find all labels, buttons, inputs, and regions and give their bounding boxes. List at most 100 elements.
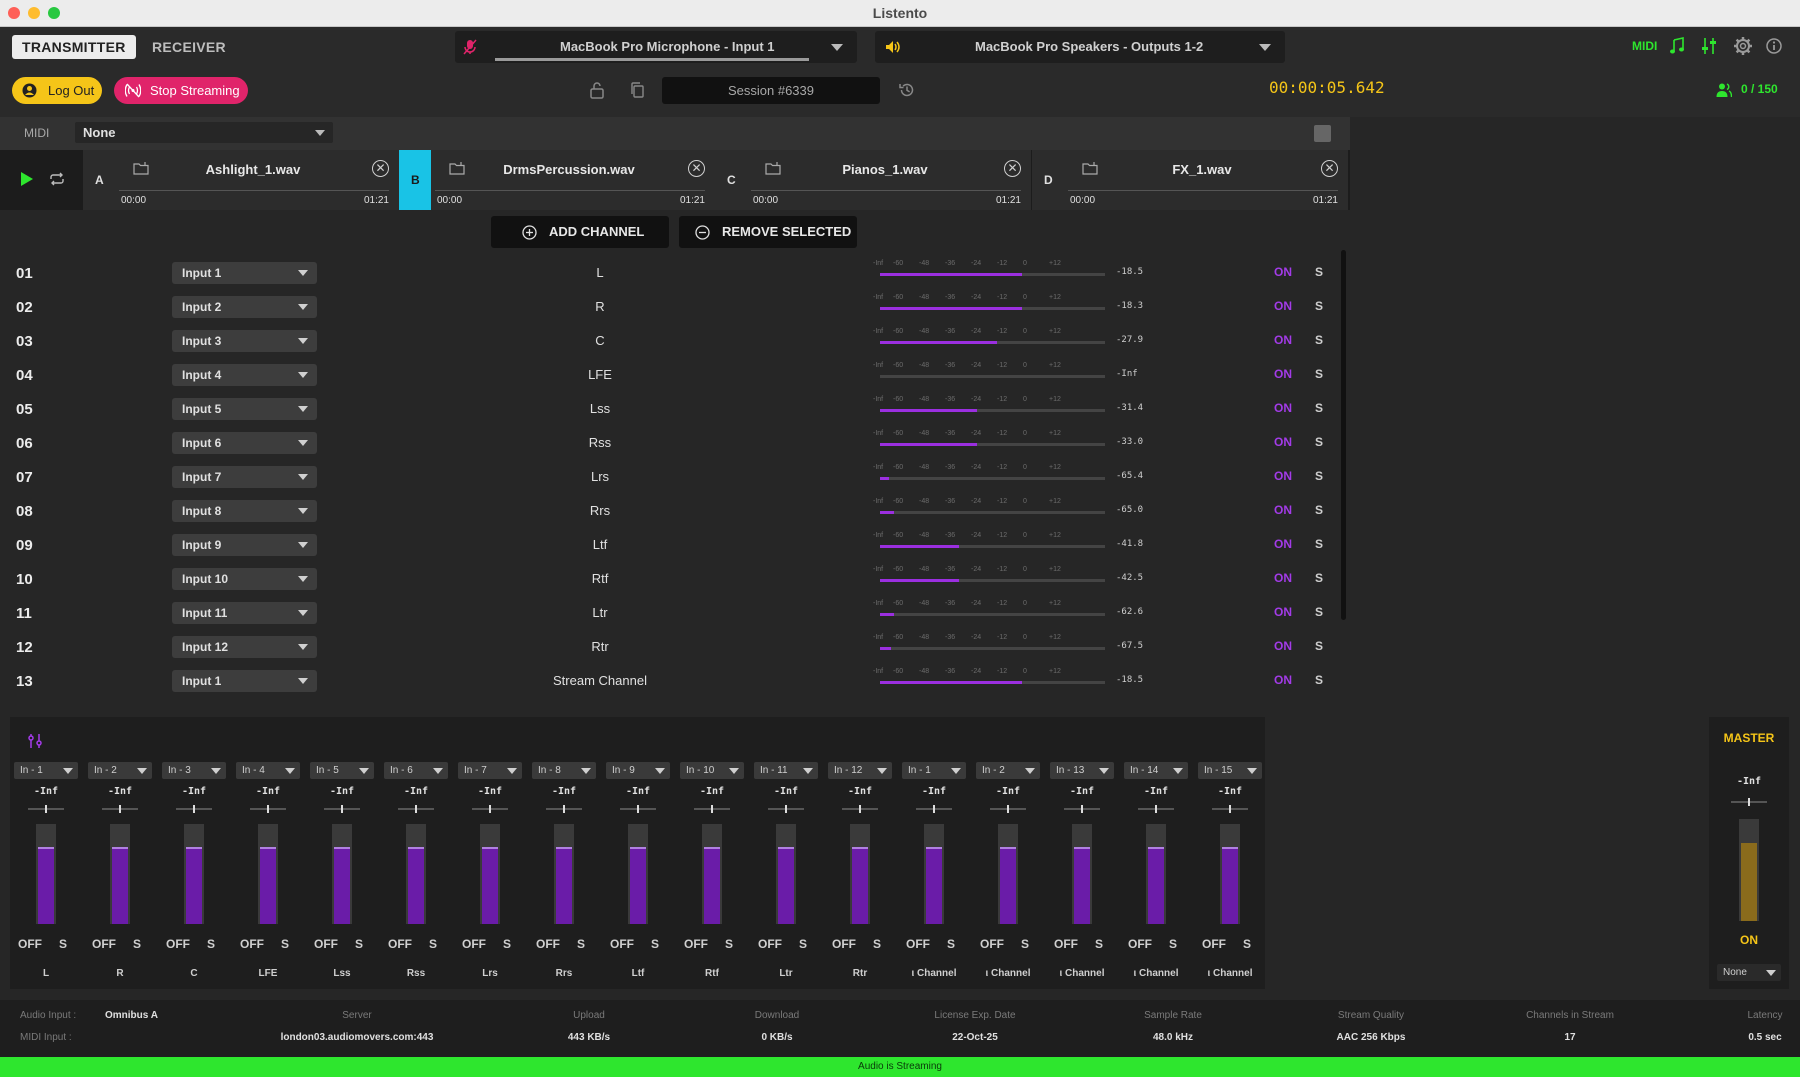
channel-on-toggle[interactable]: ON [1274,639,1292,653]
strip-solo-button[interactable]: S [651,937,659,951]
channel-solo-button[interactable]: S [1315,265,1323,279]
strip-fader-handle[interactable] [852,847,868,849]
midi-toggle[interactable]: MIDI [1632,39,1657,53]
strip-pan-knob[interactable] [45,805,47,813]
slot-letter-tab[interactable]: B [399,150,431,210]
slot-progress-bar[interactable] [119,190,389,191]
strip-input-select[interactable]: In - 4 [236,762,300,779]
channel-name[interactable]: R [500,299,700,314]
channel-name[interactable]: Ltr [500,605,700,620]
strip-solo-button[interactable]: S [725,937,733,951]
strip-pan[interactable] [250,805,286,813]
strip-pan[interactable] [1064,805,1100,813]
strip-fader-handle[interactable] [1074,847,1090,849]
close-icon[interactable]: ✕ [1321,160,1338,177]
strip-input-select[interactable]: In - 2 [88,762,152,779]
master-output-select[interactable]: None [1717,964,1781,981]
strip-pan-knob[interactable] [1229,805,1231,813]
strip-off-toggle[interactable]: OFF [314,937,338,951]
strip-pan[interactable] [768,805,804,813]
channel-name[interactable]: Rss [500,435,700,450]
channel-row[interactable]: 11 Input 11 Ltr -Inf -60 -48 -36 -24 -12 0 +12 -62.… [0,596,1340,630]
strip-pan-knob[interactable] [933,805,935,813]
midi-stop-button[interactable] [1314,125,1331,142]
player-slot[interactable]: D FX_1.wav 00:00 01:21 ✕ [1032,150,1348,210]
strip-fader[interactable] [184,824,204,924]
channel-on-toggle[interactable]: ON [1274,537,1292,551]
strip-input-select[interactable]: In - 15 [1198,762,1262,779]
player-slot[interactable]: A Ashlight_1.wav 00:00 01:21 ✕ [83,150,399,210]
slot-letter-tab[interactable]: D [1032,150,1058,210]
strip-fader-handle[interactable] [704,847,720,849]
channel-name[interactable]: Rrs [500,503,700,518]
strip-fader[interactable] [1220,824,1240,924]
play-icon[interactable] [20,171,34,187]
strip-pan-knob[interactable] [489,805,491,813]
channel-on-toggle[interactable]: ON [1274,673,1292,687]
channel-solo-button[interactable]: S [1315,605,1323,619]
strip-input-select[interactable]: In - 5 [310,762,374,779]
channel-on-toggle[interactable]: ON [1274,571,1292,585]
strip-input-select[interactable]: In - 13 [1050,762,1114,779]
slot-letter-tab[interactable]: A [83,150,109,210]
channel-name[interactable]: Stream Channel [500,673,700,688]
strip-input-select[interactable]: In - 12 [828,762,892,779]
channel-input-select[interactable]: Input 6 [172,432,317,454]
strip-fader[interactable] [702,824,722,924]
strip-pan[interactable] [324,805,360,813]
channel-on-toggle[interactable]: ON [1274,435,1292,449]
strip-input-select[interactable]: In - 11 [754,762,818,779]
channel-on-toggle[interactable]: ON [1274,469,1292,483]
channel-solo-button[interactable]: S [1315,537,1323,551]
channel-row[interactable]: 10 Input 10 Rtf -Inf -60 -48 -36 -24 -12 0 +12 -42.… [0,562,1340,596]
strip-input-select[interactable]: In - 2 [976,762,1040,779]
master-fader[interactable] [1739,819,1759,921]
channel-row[interactable]: 13 Input 1 Stream Channel -Inf -60 -48 -36 -24-… [0,664,1340,698]
strip-solo-button[interactable]: S [207,937,215,951]
strip-fader-handle[interactable] [630,847,646,849]
strip-pan-knob[interactable] [415,805,417,813]
channel-name[interactable]: Lss [500,401,700,416]
channel-name[interactable]: LFE [500,367,700,382]
channel-input-select[interactable]: Input 12 [172,636,317,658]
close-icon[interactable]: ✕ [1004,160,1021,177]
strip-pan-knob[interactable] [785,805,787,813]
channel-name[interactable]: C [500,333,700,348]
channel-on-toggle[interactable]: ON [1274,367,1292,381]
strip-pan[interactable] [546,805,582,813]
strip-pan[interactable] [398,805,434,813]
channel-input-select[interactable]: Input 1 [172,262,317,284]
strip-fader[interactable] [406,824,426,924]
channel-on-toggle[interactable]: ON [1274,401,1292,415]
strip-solo-button[interactable]: S [503,937,511,951]
info-icon[interactable] [1766,38,1782,54]
channel-solo-button[interactable]: S [1315,435,1323,449]
strip-fader[interactable] [110,824,130,924]
channel-row[interactable]: 12 Input 12 Rtr -Inf -60 -48 -36 -24 -12 0 +12 -67.… [0,630,1340,664]
channel-row[interactable]: 06 Input 6 Rss -Inf -60 -48 -36 -24 -12 0 +12 -33.0… [0,426,1340,460]
channel-on-toggle[interactable]: ON [1274,299,1292,313]
strip-pan[interactable] [1138,805,1174,813]
strip-input-select[interactable]: In - 7 [458,762,522,779]
strip-fader-handle[interactable] [1222,847,1238,849]
strip-pan[interactable] [176,805,212,813]
player-slot[interactable]: C Pianos_1.wav 00:00 01:21 ✕ [715,150,1031,210]
strip-fader-handle[interactable] [1148,847,1164,849]
history-icon[interactable] [898,81,916,99]
strip-input-select[interactable]: In - 14 [1124,762,1188,779]
strip-input-select[interactable]: In - 1 [902,762,966,779]
strip-off-toggle[interactable]: OFF [758,937,782,951]
channel-solo-button[interactable]: S [1315,571,1323,585]
strip-input-select[interactable]: In - 10 [680,762,744,779]
channel-solo-button[interactable]: S [1315,299,1323,313]
folder-icon[interactable] [1082,162,1098,180]
channel-solo-button[interactable]: S [1315,639,1323,653]
channel-input-select[interactable]: Input 8 [172,500,317,522]
strip-pan-knob[interactable] [859,805,861,813]
strip-off-toggle[interactable]: OFF [832,937,856,951]
channel-row[interactable]: 08 Input 8 Rrs -Inf -60 -48 -36 -24 -12 0 +12 -65.0… [0,494,1340,528]
strip-pan[interactable] [842,805,878,813]
strip-input-select[interactable]: In - 8 [532,762,596,779]
strip-pan[interactable] [472,805,508,813]
channel-solo-button[interactable]: S [1315,333,1323,347]
